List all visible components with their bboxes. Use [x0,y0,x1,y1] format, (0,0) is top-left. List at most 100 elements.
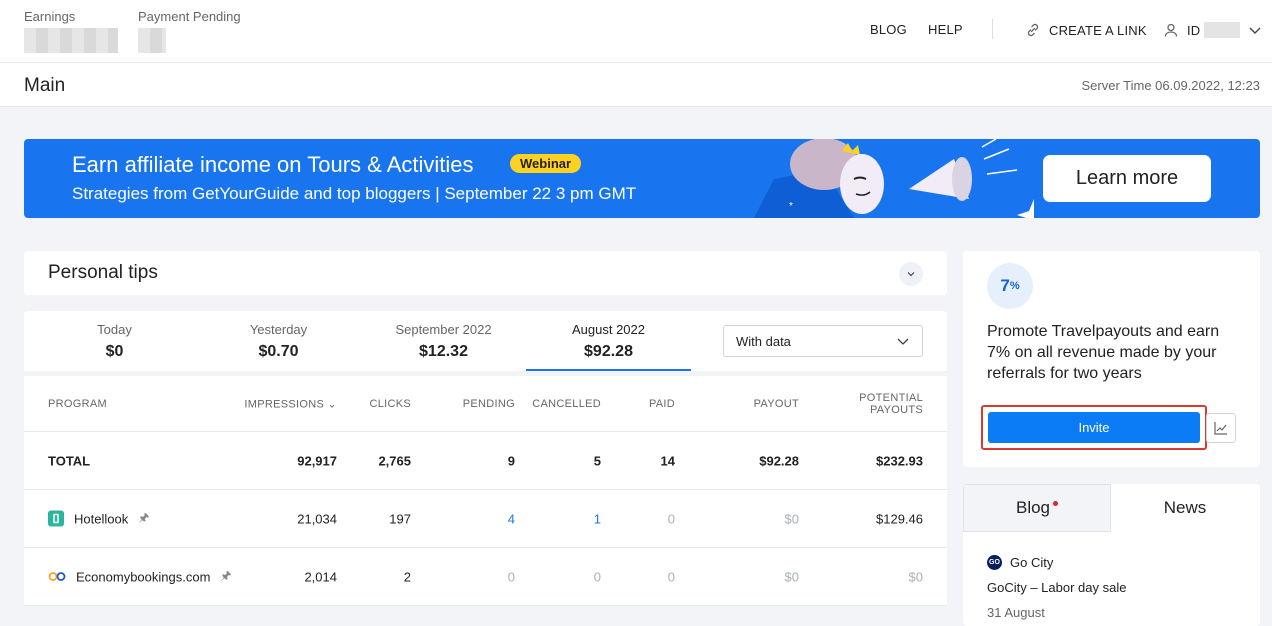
program-name: Hotellook [74,511,129,526]
promo-text: Promote Travelpayouts and earn 7% on all… [987,323,1220,382]
referral-promo-card: 7% Promote Travelpayouts and earn 7% on … [963,251,1260,467]
banner-title: Earn affiliate income on Tours & Activit… [72,152,474,177]
total-pending: 9 [507,453,515,468]
total-cancelled: 5 [593,453,601,468]
payout: $0 [784,511,799,526]
total-potential: $232.93 [876,453,923,468]
economybookings-logo-icon [48,572,66,581]
promo-banner[interactable]: Earn affiliate income on Tours & Activit… [24,139,1260,218]
total-clicks: 2,765 [378,453,411,468]
table-header-row: PROGRAM IMPRESSIONS ⌄ CLICKS PENDING CAN… [24,376,947,432]
pending-label: Payment Pending [138,9,241,24]
period-value: $92.28 [584,343,633,360]
link-icon [1027,23,1039,37]
cancelled: 0 [593,569,601,584]
chevron-down-icon [897,338,909,345]
period-label: Yesterday [249,322,308,337]
tab-blog-label: Blog [1015,498,1051,517]
nav-divider [992,19,993,39]
table-total-row: TOTAL 92,917 2,765 9 5 14 $92.28 $232.93 [24,432,947,490]
program-cell[interactable]: Hotellook 🖈 [48,508,149,529]
news-source: GO Go City [987,555,1053,570]
period-value: $12.32 [419,343,468,360]
chevron-down-icon [907,272,915,277]
data-filter-select[interactable]: With data [723,325,923,357]
news-item-date: 31 August [987,605,1045,620]
clicks: 197 [389,511,411,526]
unread-dot [1053,500,1059,506]
megaphone-illustration: * [754,139,1034,218]
col-pending[interactable]: PENDING [463,398,515,410]
invite-highlight: Invite [981,405,1207,450]
pin-icon[interactable]: 🖈 [138,508,149,529]
col-potential-payouts[interactable]: POTENTIAL PAYOUTS [859,392,923,416]
user-icon [1164,23,1178,37]
total-paid: 14 [660,453,675,468]
learn-more-button[interactable]: Learn more [1043,155,1211,202]
col-program: PROGRAM [48,397,107,410]
page-header: Main Server Time 06.09.2022, 12:23 [0,63,1272,107]
paid: 0 [667,511,675,526]
total-payout: $92.28 [759,453,799,468]
period-previous-month[interactable]: August 2022 $92.28 [526,322,691,371]
pin-icon[interactable]: 🖈 [220,566,231,587]
user-menu[interactable]: ID [1163,22,1262,38]
top-bar: Earnings Payment Pending BLOG HELP CREAT… [0,0,1272,63]
user-id-redacted [1204,22,1241,38]
data-filter-value: With data [736,333,791,349]
percent-sign: % [1009,280,1020,292]
news-source-name: Go City [1010,555,1054,570]
pending-metric: Payment Pending [138,9,241,53]
user-id-label: ID [1187,22,1201,38]
create-link-button[interactable]: CREATE A LINK [1025,22,1147,38]
tips-expand-toggle[interactable] [899,262,923,286]
server-time: Server Time 06.09.2022, 12:23 [1081,78,1260,93]
earnings-value-redacted [24,28,118,53]
percent-value: 7 [1000,276,1010,295]
period-today[interactable]: Today $0 [32,322,197,361]
nav-help-link[interactable]: HELP [928,22,963,37]
referral-stats-button[interactable] [1206,413,1236,443]
news-item-title[interactable]: GoCity – Labor day sale [987,580,1126,595]
period-label: Today [97,322,132,337]
period-stats: Today $0 Yesterday $0.70 September 2022 … [24,311,947,371]
period-label: August 2022 [571,322,645,337]
period-value: $0 [105,343,124,360]
earnings-label: Earnings [24,9,76,24]
period-label: September 2022 [395,322,492,337]
col-payout[interactable]: PAYOUT [754,398,799,410]
cancelled[interactable]: 1 [594,511,601,526]
impressions: 2,014 [304,569,337,584]
invite-button[interactable]: Invite [988,412,1200,443]
gocity-logo-icon: GO [987,555,1002,570]
potential-payout: $129.46 [876,511,923,526]
tab-news[interactable]: News [1111,484,1259,532]
col-impressions[interactable]: IMPRESSIONS ⌄ [244,397,337,410]
personal-tips-title: Personal tips [48,262,158,283]
banner-subtitle: Strategies from GetYourGuide and top blo… [72,184,637,203]
program-cell[interactable]: Economybookings.com 🖈 [48,566,232,587]
nav-blog-link[interactable]: BLOG [870,22,907,37]
webinar-badge: Webinar [510,154,582,173]
period-yesterday[interactable]: Yesterday $0.70 [196,322,361,361]
paid: 0 [667,569,675,584]
potential-payout: $0 [908,569,923,584]
period-value: $0.70 [258,343,299,360]
personal-tips-panel[interactable]: Personal tips [24,251,947,295]
tab-blog[interactable]: Blog [963,484,1111,532]
table-row[interactable]: Economybookings.com 🖈 2,014 2 0 0 0 $0 $… [24,548,947,606]
pending: 0 [507,569,515,584]
create-link-label: CREATE A LINK [1049,22,1147,38]
page-title: Main [24,75,66,96]
period-current-month[interactable]: September 2022 $12.32 [361,322,526,361]
col-cancelled[interactable]: CANCELLED [532,398,601,410]
sort-chevron-icon: ⌄ [327,398,337,410]
total-impressions: 92,917 [297,453,337,468]
clicks: 2 [403,569,411,584]
payout: $0 [784,569,799,584]
col-clicks[interactable]: CLICKS [369,398,411,410]
table-row[interactable]: Hotellook 🖈 21,034 197 4 1 0 $0 $129.46 [24,490,947,548]
pending[interactable]: 4 [508,511,515,526]
col-paid[interactable]: PAID [649,398,675,410]
chart-trend-icon [1214,422,1227,435]
